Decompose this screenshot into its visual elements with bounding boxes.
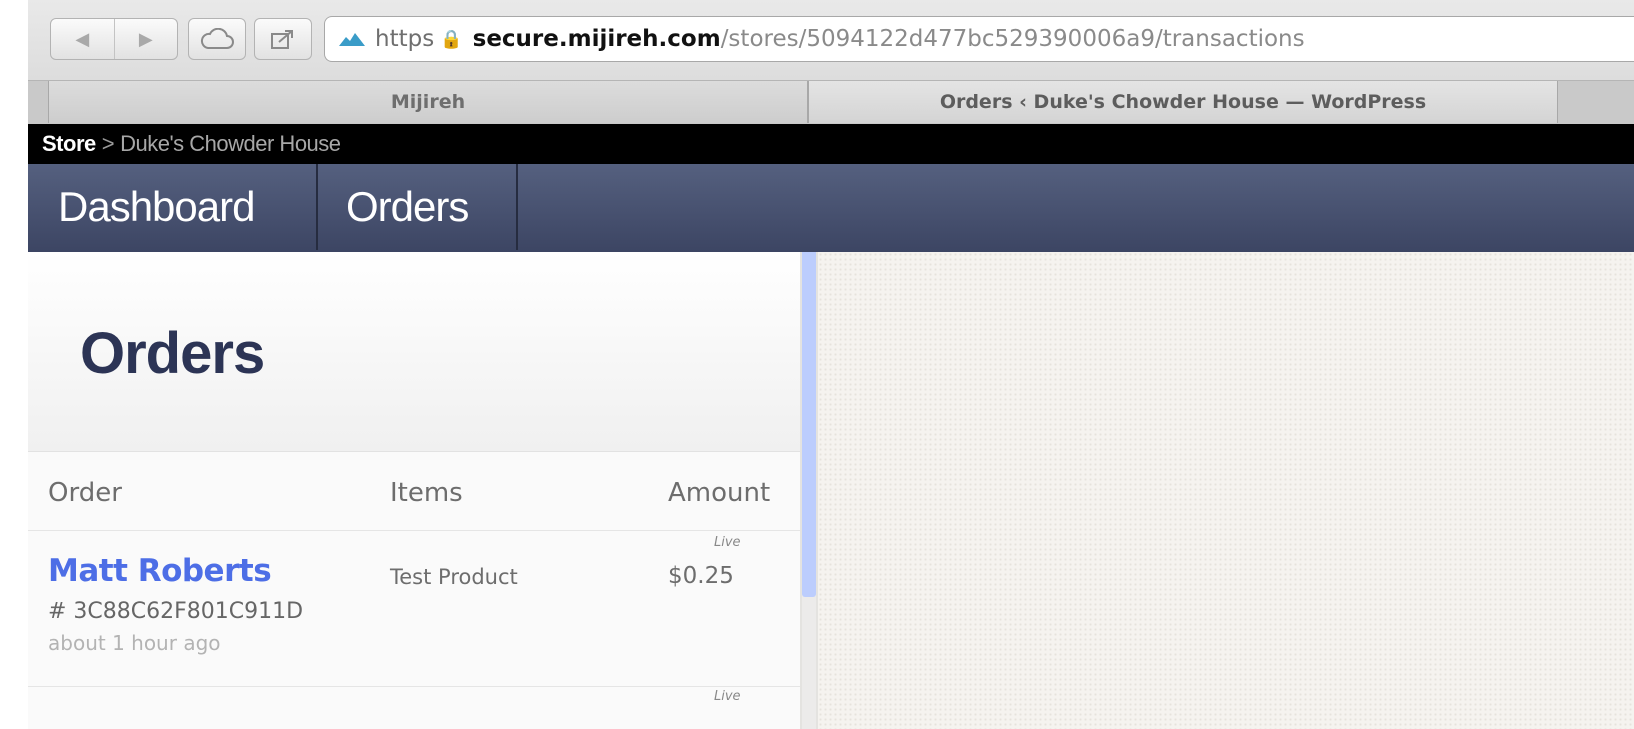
icloud-tabs-button[interactable]	[188, 18, 246, 60]
browser-toolbar: ◀ ▶ https 🔒 secure.mijireh.com /stores/5…	[28, 0, 1634, 80]
forward-button[interactable]: ▶	[113, 19, 178, 59]
detail-pane-background	[818, 252, 1634, 729]
payment-mode-label: Live	[714, 689, 741, 704]
table-row[interactable]: Live Matt Roberts # 3C88C62F801C911D abo…	[28, 531, 800, 687]
order-timestamp: about 1 hour ago	[48, 631, 221, 655]
share-button[interactable]	[254, 18, 312, 60]
url-host: secure.mijireh.com	[472, 26, 721, 52]
order-items: Test Product	[390, 565, 518, 589]
content-area: Orders Order Items Amount Live Matt Robe…	[28, 252, 1634, 729]
browser-chrome: ◀ ▶ https 🔒 secure.mijireh.com /stores/5…	[28, 0, 1634, 124]
back-button[interactable]: ◀	[51, 19, 114, 59]
address-bar[interactable]: https 🔒 secure.mijireh.com /stores/50941…	[324, 16, 1634, 62]
lock-icon: 🔒	[440, 28, 463, 50]
nav-orders[interactable]: Orders	[318, 164, 518, 250]
payment-mode-label: Live	[714, 535, 741, 550]
column-header-amount: Amount	[668, 478, 771, 508]
app-nav: Dashboard Orders	[28, 164, 1634, 252]
left-gutter	[0, 0, 28, 729]
orders-panel: Orders Order Items Amount Live Matt Robe…	[28, 252, 800, 729]
page-title: Orders	[80, 321, 265, 386]
forward-arrow-icon: ▶	[138, 28, 153, 50]
breadcrumb-store-link[interactable]: Store	[42, 131, 96, 157]
back-arrow-icon: ◀	[75, 28, 90, 50]
breadcrumb: Store > Duke's Chowder House	[28, 124, 1634, 164]
breadcrumb-current: Duke's Chowder House	[120, 131, 341, 156]
tab-bar: Mijireh Orders ‹ Duke's Chowder House — …	[28, 80, 1634, 124]
order-id: # 3C88C62F801C911D	[48, 599, 304, 624]
url-path: /stores/5094122d477bc529390006a9/transac…	[720, 26, 1305, 52]
history-buttons: ◀ ▶	[50, 18, 178, 60]
tab-mijireh[interactable]: Mijireh	[48, 81, 808, 123]
column-header-order: Order	[48, 478, 122, 508]
scrollbar-thumb[interactable]	[802, 252, 816, 597]
breadcrumb-separator: >	[101, 131, 115, 156]
column-header-items: Items	[390, 478, 463, 508]
panel-header: Orders	[28, 252, 800, 452]
customer-name-link[interactable]: Matt Roberts	[48, 553, 272, 589]
mijireh-favicon-icon	[339, 33, 365, 46]
tab-orders-wordpress[interactable]: Orders ‹ Duke's Chowder House — WordPres…	[808, 81, 1558, 123]
cloud-icon	[200, 28, 234, 49]
nav-dashboard[interactable]: Dashboard	[28, 164, 318, 250]
row-divider	[28, 686, 800, 687]
share-icon	[271, 30, 293, 49]
url-scheme: https	[375, 26, 435, 52]
order-amount: $0.25	[668, 563, 734, 589]
